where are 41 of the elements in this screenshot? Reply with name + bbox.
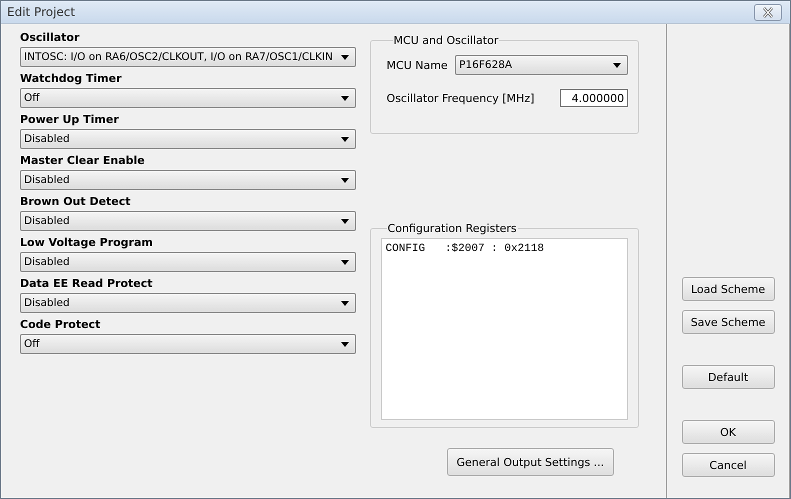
setting-dropdown[interactable]: Off (20, 88, 356, 108)
config-text: CONFIG :$2007 : 0x2118 (386, 243, 544, 255)
frequency-label: Oscillator Frequency [MHz] (386, 92, 534, 104)
dropdown-arrow-icon (613, 62, 622, 68)
mcu-dropdown[interactable]: P16F628A (455, 55, 628, 75)
setting-label: Data EE Read Protect (20, 276, 154, 291)
setting-label: Low Voltage Program (20, 235, 154, 250)
group-title: MCU and Oscillator (392, 34, 500, 47)
setting-dropdown[interactable]: Disabled (20, 293, 356, 313)
dropdown-arrow-icon (340, 218, 349, 224)
side-button[interactable]: Cancel (682, 453, 775, 477)
dropdown-arrow-icon (340, 300, 349, 306)
setting-dropdown[interactable]: INTOSC: I/O on RA6/OSC2/CLKOUT, I/O on RA7/OSC1/CLKIN (20, 47, 356, 67)
dropdown-arrow-icon (340, 96, 349, 100)
dropdown-arrow-icon (340, 178, 349, 182)
setting-label: Watchdog Timer (20, 71, 123, 86)
dropdown-arrow-icon (340, 136, 349, 142)
frequency-input[interactable]: 4.000000 (560, 89, 628, 107)
close-button[interactable] (754, 4, 782, 20)
config-text-area[interactable]: CONFIG :$2007 : 0x2118 (380, 238, 628, 420)
dropdown-arrow-icon (340, 54, 349, 60)
window-title: Edit Project (7, 5, 76, 19)
setting-label: Master Clear Enable (20, 153, 146, 168)
setting-label: Brown Out Detect (20, 194, 132, 209)
dropdown-arrow-icon (340, 342, 349, 346)
setting-dropdown[interactable]: Disabled (20, 129, 356, 149)
setting-dropdown[interactable]: Disabled (20, 252, 356, 272)
general-output-settings-button[interactable]: General Output Settings ... (446, 448, 614, 476)
setting-label: Code Protect (20, 317, 102, 332)
side-button[interactable]: Load Scheme (682, 277, 775, 301)
side-button[interactable]: Save Scheme (682, 310, 775, 334)
setting-dropdown[interactable]: Off (20, 334, 356, 354)
side-button[interactable]: Default (682, 365, 775, 389)
mcu-name-label: MCU Name (386, 58, 448, 72)
group-title: Configuration Registers (386, 222, 518, 235)
dropdown-arrow-icon (340, 260, 349, 264)
setting-label: Power Up Timer (20, 112, 120, 127)
side-button[interactable]: OK (682, 420, 775, 444)
setting-dropdown[interactable]: Disabled (20, 170, 356, 190)
setting-dropdown[interactable]: Disabled (20, 211, 356, 231)
setting-label: Oscillator (20, 30, 80, 45)
